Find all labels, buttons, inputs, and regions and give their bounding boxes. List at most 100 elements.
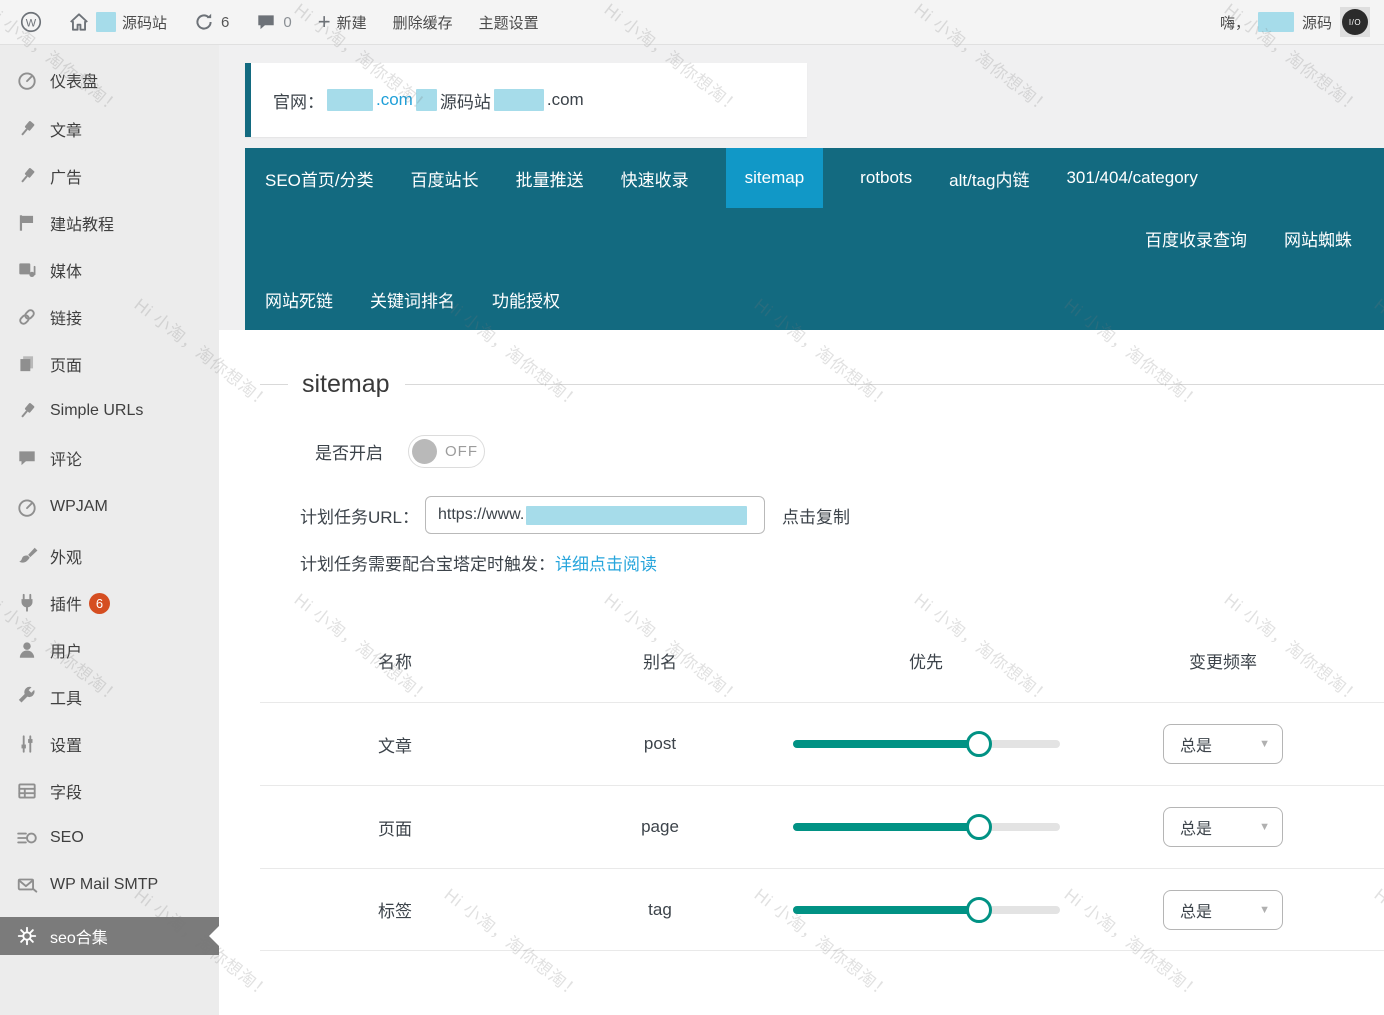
- flag-icon: [16, 212, 38, 234]
- sidebar-item-dashboard[interactable]: 仪表盘: [0, 63, 219, 97]
- cron-url-row: 计划任务URL： https://www. 点击复制: [300, 496, 1384, 534]
- svg-text:W: W: [26, 17, 37, 29]
- chevron-down-icon: ▼: [1259, 821, 1270, 833]
- table-row-page: 页面 page 总是 ▼: [260, 785, 1384, 868]
- tab-301/404/category[interactable]: 301/404/category: [1066, 168, 1197, 188]
- sidebar-item-fields[interactable]: 字段: [0, 774, 219, 808]
- priority-slider-page[interactable]: [792, 814, 1060, 840]
- redacted-domain: [493, 89, 544, 111]
- chevron-down-icon: ▼: [1259, 738, 1270, 750]
- sidebar-item-users[interactable]: 用户: [0, 633, 219, 667]
- sidebar-item-tools[interactable]: 工具: [0, 680, 219, 714]
- sidebar-item-simple-urls[interactable]: Simple URLs: [0, 394, 219, 428]
- divider-line: [260, 384, 288, 385]
- sidebar-item-pages[interactable]: 页面: [0, 347, 219, 381]
- copy-url-button[interactable]: 点击复制: [782, 503, 850, 528]
- sidebar-item-plugins[interactable]: 插件 6: [0, 586, 219, 620]
- link-icon: [16, 306, 38, 328]
- new-content-menu[interactable]: + 新建: [310, 0, 375, 45]
- sidebar-item-label: 链接: [50, 311, 83, 328]
- selected-frequency: 总是: [1180, 738, 1213, 755]
- tab-网站死链[interactable]: 网站死链: [265, 287, 333, 312]
- comments-menu[interactable]: 0: [247, 0, 299, 45]
- column-header: 名称: [378, 653, 412, 672]
- clear-cache-menu[interactable]: 删除缓存: [385, 0, 461, 45]
- media-icon: [16, 259, 38, 281]
- section-title: sitemap: [302, 370, 390, 398]
- slider-handle[interactable]: [966, 731, 993, 757]
- selected-frequency: 总是: [1180, 821, 1213, 838]
- sidebar-item-wp-mail-smtp[interactable]: WP Mail SMTP: [0, 868, 219, 902]
- notice-domain-link[interactable]: .com: [376, 90, 413, 110]
- priority-cell: [790, 896, 1062, 923]
- sidebar-item-tutorials[interactable]: 建站教程: [0, 206, 219, 240]
- sitemap-enable-toggle[interactable]: OFF: [408, 435, 485, 468]
- wordpress-logo-menu[interactable]: W: [12, 0, 50, 45]
- slider-handle[interactable]: [966, 814, 993, 840]
- sidebar-item-label: 用户: [50, 644, 83, 661]
- cron-url-input[interactable]: https://www.: [425, 496, 766, 534]
- tab-网站蜘蛛[interactable]: 网站蜘蛛: [1284, 226, 1352, 251]
- active-menu-arrow-icon: [209, 926, 219, 946]
- tab-rotbots[interactable]: rotbots: [860, 168, 912, 188]
- theme-settings-menu[interactable]: 主题设置: [471, 0, 547, 45]
- sidebar-item-ads[interactable]: 广告: [0, 159, 219, 193]
- frequency-select-tag[interactable]: 总是 ▼: [1163, 889, 1283, 930]
- row-alias: page: [641, 817, 679, 836]
- tab-百度站长[interactable]: 百度站长: [411, 166, 479, 191]
- frequency-cell: 总是 ▼: [1062, 807, 1384, 847]
- sidebar-item-media[interactable]: 媒体: [0, 253, 219, 287]
- frequency-select-page[interactable]: 总是 ▼: [1163, 807, 1283, 847]
- column-header: 别名: [643, 653, 677, 672]
- home-icon: [68, 11, 90, 33]
- redacted-url: [526, 505, 748, 525]
- tab-批量推送[interactable]: 批量推送: [516, 166, 584, 191]
- cron-url-label: 计划任务URL：: [300, 507, 420, 527]
- sliders-icon: [16, 733, 38, 755]
- wrench-icon: [16, 686, 38, 708]
- sitemap-settings-table: 名称 别名 优先 变更频率 文章 post 总是 ▼ 页面 page 总是 ▼ 标签 tag 总是 ▼: [260, 619, 1384, 951]
- sidebar-item-seo-collection[interactable]: seo合集: [0, 917, 219, 955]
- row-name: 标签: [378, 902, 412, 921]
- slider-handle[interactable]: [966, 896, 993, 923]
- notice-middle-text: 源码站: [439, 92, 491, 112]
- redacted-text: [96, 12, 116, 32]
- frequency-select-post[interactable]: 总是 ▼: [1163, 724, 1283, 764]
- sidebar-item-label: 仪表盘: [50, 74, 99, 91]
- tab-sitemap[interactable]: sitemap: [725, 148, 824, 208]
- sidebar-item-label: 工具: [50, 691, 83, 708]
- frequency-cell: 总是 ▼: [1062, 889, 1384, 930]
- brush-icon: [16, 545, 38, 567]
- sidebar-item-posts[interactable]: 文章: [0, 112, 219, 146]
- tab-SEO首页/分类[interactable]: SEO首页/分类: [265, 166, 374, 191]
- sidebar-item-settings[interactable]: 设置: [0, 727, 219, 761]
- cron-detail-link[interactable]: 详细点击阅读: [555, 555, 657, 574]
- tab-功能授权[interactable]: 功能授权: [492, 287, 560, 312]
- seo-plugin-tab-bar: SEO首页/分类 百度站长 批量推送 快速收录 sitemap rotbots alt/ta…: [245, 148, 1384, 330]
- priority-cell: [790, 814, 1062, 840]
- sidebar-item-label: 广告: [50, 170, 83, 187]
- sidebar-item-appearance[interactable]: 外观: [0, 539, 219, 573]
- sidebar-item-comments[interactable]: 评论: [0, 441, 219, 475]
- toggle-knob-icon: [412, 439, 437, 464]
- table-row-tag: 标签 tag 总是 ▼: [260, 868, 1384, 951]
- tab-百度收录查询[interactable]: 百度收录查询: [1145, 226, 1247, 251]
- priority-slider-post[interactable]: [792, 731, 1060, 757]
- main-content: 官网： .com 源码站 .com SEO首页/分类 百度站长 批量推送 快速收录 si…: [219, 45, 1384, 1015]
- tab-快速收录[interactable]: 快速收录: [621, 166, 689, 191]
- plus-icon: +: [317, 9, 331, 34]
- sidebar-item-seo[interactable]: SEO: [0, 821, 219, 855]
- slider-fill: [792, 823, 980, 831]
- priority-slider-tag[interactable]: [792, 896, 1060, 923]
- tab-关键词排名[interactable]: 关键词排名: [370, 287, 455, 312]
- tab-alt/tag内链[interactable]: alt/tag内链: [949, 166, 1029, 191]
- sidebar-item-label: 外观: [50, 550, 83, 567]
- updates-menu[interactable]: 6: [185, 0, 237, 45]
- sidebar-item-label: WP Mail SMTP: [50, 876, 159, 893]
- sidebar-item-wpjam[interactable]: WPJAM: [0, 490, 219, 524]
- sidebar-item-links[interactable]: 链接: [0, 300, 219, 334]
- plug-icon: [16, 592, 38, 614]
- user-avatar[interactable]: I/O: [1340, 7, 1370, 37]
- sidebar-item-label: SEO: [50, 829, 84, 846]
- site-link[interactable]: 源码站: [60, 0, 175, 45]
